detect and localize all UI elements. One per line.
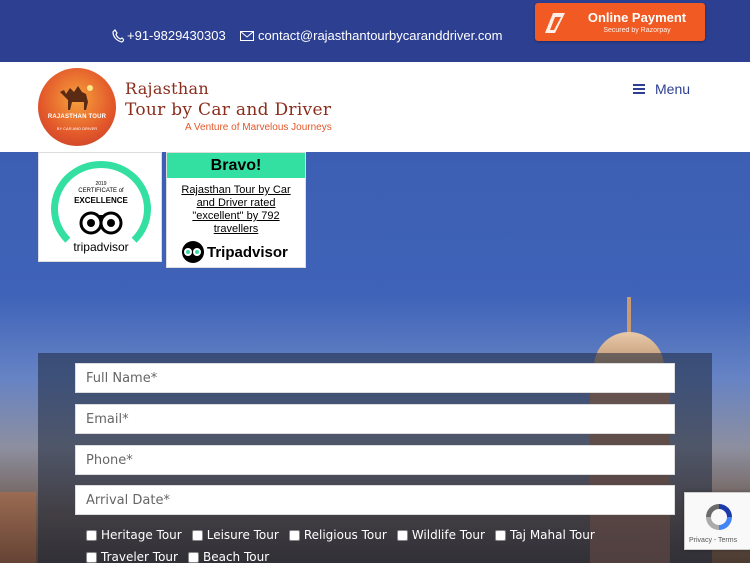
tripadvisor-icon (182, 241, 204, 263)
tripadvisor-owl-icon (79, 209, 123, 242)
menu-button[interactable]: Menu (633, 81, 690, 97)
email-link[interactable]: contact@rajasthantourbycaranddriver.com (240, 28, 502, 43)
certificate-of-excellence-badge[interactable]: 2019 CERTIFICATE of EXCELLENCE tripadvis… (38, 152, 162, 262)
recaptcha-icon (703, 501, 735, 538)
badge-line-1: CERTIFICATE of (78, 188, 124, 194)
checkbox-label: Leisure Tour (206, 528, 279, 542)
bravo-rating-badge[interactable]: Bravo! Rajasthan Tour by Car and Driver … (166, 152, 306, 268)
checkbox-wildlife-tour[interactable]: Wildlife Tour (396, 528, 485, 542)
checkbox-traveler-tour[interactable]: Traveler Tour (86, 550, 178, 563)
checkbox-label: Religious Tour (303, 528, 387, 542)
checkbox-box[interactable] (191, 529, 203, 541)
badge-line-2: EXCELLENCE (74, 196, 128, 205)
online-payment-button[interactable]: Online Payment Secured by Razorpay (535, 3, 705, 41)
checkbox-box[interactable] (86, 551, 97, 563)
checkbox-taj-mahal-tour[interactable]: Taj Mahal Tour (494, 528, 595, 542)
checkbox-box[interactable] (288, 529, 300, 541)
badge-year: 2019 (95, 181, 107, 187)
payment-subtitle: Secured by Razorpay (603, 27, 671, 34)
checkbox-leisure-tour[interactable]: Leisure Tour (191, 528, 279, 542)
logo-ring-subtext: BY CAR AND DRIVER (56, 126, 98, 131)
tripadvisor-logo: Tripadvisor (182, 241, 288, 263)
bravo-text[interactable]: Rajasthan Tour by Car and Driver rated "… (167, 178, 305, 236)
top-bar: +91-9829430303 contact@rajasthantourbyca… (0, 0, 750, 62)
checkbox-box[interactable] (86, 529, 97, 541)
checkbox-box[interactable] (187, 551, 199, 563)
checkbox-label: Wildlife Tour (411, 528, 485, 542)
payment-icon (545, 13, 567, 33)
email-field[interactable] (75, 404, 675, 434)
menu-label: Menu (655, 81, 691, 97)
camel-icon (56, 82, 98, 117)
payment-title: Online Payment (587, 10, 687, 25)
tour-type-checkboxes: Heritage Tour Leisure Tour Religious Tou… (86, 528, 686, 563)
checkbox-box[interactable] (494, 529, 506, 541)
checkbox-label: Beach Tour (202, 550, 270, 563)
tripadvisor-wordmark: Tripadvisor (207, 243, 288, 261)
brand-line-2: Tour by Car and Driver (125, 100, 332, 120)
brand-line-1: Rajasthan (125, 79, 209, 98)
bravo-title: Bravo! (167, 153, 305, 178)
brand-tagline: A Venture of Marvelous Journeys (185, 122, 332, 133)
email-address: contact@rajasthantourbycaranddriver.com (258, 28, 503, 43)
checkbox-box[interactable] (396, 529, 408, 541)
mail-icon (240, 30, 254, 41)
recaptcha-badge[interactable]: Privacy - Terms (684, 492, 750, 550)
phone-link[interactable]: +91-9829430303 (112, 28, 226, 43)
phone-icon (112, 28, 124, 43)
checkbox-beach-tour[interactable]: Beach Tour (187, 550, 270, 563)
phone-field[interactable] (75, 445, 675, 475)
checkbox-religious-tour[interactable]: Religious Tour (288, 528, 387, 542)
checkbox-label: Heritage Tour (101, 528, 182, 542)
logo-ring-text: RAJASTHAN TOUR (47, 114, 107, 120)
phone-number: +91-9829430303 (127, 28, 226, 43)
checkbox-heritage-tour[interactable]: Heritage Tour (86, 528, 182, 542)
checkbox-label: Taj Mahal Tour (509, 528, 595, 542)
site-header: RAJASTHAN TOUR BY CAR AND DRIVER Rajasth… (0, 62, 750, 152)
checkbox-label: Traveler Tour (101, 550, 178, 563)
full-name-field[interactable] (75, 363, 675, 393)
arrival-date-field[interactable] (75, 485, 675, 515)
badge-brand: tripadvisor (73, 240, 129, 254)
recaptcha-links[interactable]: Privacy - Terms (689, 537, 737, 544)
monument-left-tower (0, 492, 36, 563)
site-logo[interactable]: RAJASTHAN TOUR BY CAR AND DRIVER (38, 68, 116, 146)
monument-spire (627, 297, 631, 335)
hamburger-icon (633, 82, 645, 96)
